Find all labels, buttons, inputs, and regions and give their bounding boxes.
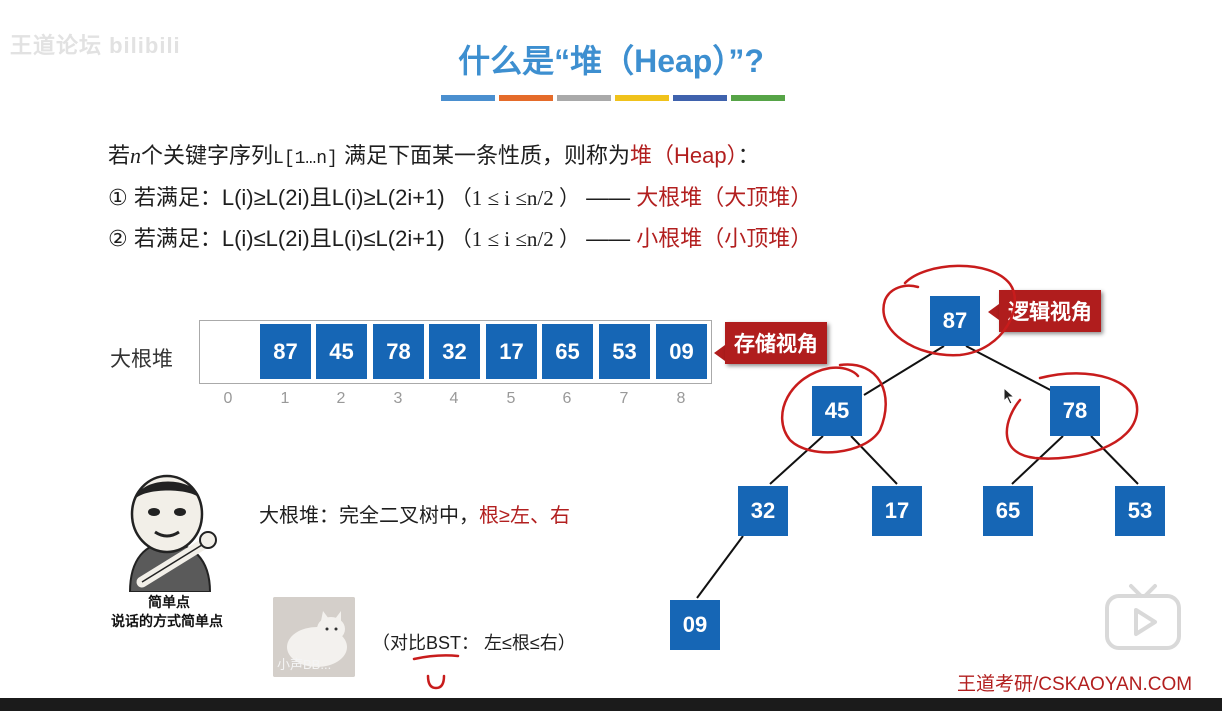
condition: ① 若满足：L(i)≥L(2i)且L(i)≥L(2i+1) [108, 185, 445, 210]
dash: —— [586, 226, 637, 251]
array-index: 1 [280, 390, 290, 407]
index-range: （1 ≤ i ≤n/2 ） [450, 227, 580, 251]
stripe [673, 95, 727, 101]
array-cell: 17 [486, 324, 537, 379]
index-range: （1 ≤ i ≤n/2 ） [450, 186, 580, 210]
array-cell: 87 [260, 324, 311, 379]
site-url: 王道考研/CSKAOYAN.COM [957, 674, 1193, 695]
handwritten-mark [426, 674, 446, 690]
text: 满足下面某一条性质，则称为 [337, 143, 630, 168]
definition-line-3: ② 若满足：L(i)≤L(2i)且L(i)≤L(2i+1) （1 ≤ i ≤n/… [108, 221, 812, 253]
min-heap-term: 小根堆（小顶堆） [636, 226, 813, 251]
caption-highlight: 根≥左、右 [479, 505, 570, 527]
bottom-bar [0, 698, 1222, 711]
array-cell: 78 [373, 324, 424, 379]
stripe [615, 95, 669, 101]
cat-thumbnail: 小声BB... [273, 597, 355, 677]
array-cell: 53 [599, 324, 650, 379]
tree-edge [1090, 435, 1139, 485]
callout-pointer [988, 304, 999, 320]
text: 若 [108, 143, 131, 168]
tree-node: 17 [872, 486, 922, 536]
stripe [499, 95, 553, 101]
array-label: 大根堆 [110, 348, 173, 371]
bst-comparison-note: （对比BST： 左≤根≤右） [372, 633, 576, 653]
array-cell: 09 [656, 324, 707, 379]
array-index: 5 [506, 390, 516, 407]
tree-node-root: 87 [930, 296, 980, 346]
max-heap-term: 大根堆（大顶堆） [636, 185, 813, 210]
meme-character-illustration [128, 474, 217, 592]
code-range: L[1…n] [273, 149, 338, 169]
heap-term: 堆（Heap） [629, 143, 738, 168]
tree-node: 45 [812, 386, 862, 436]
stripe [557, 95, 611, 101]
slide-title: 什么是“堆（Heap）”? [458, 43, 764, 79]
logic-view-callout: 逻辑视角 [999, 290, 1101, 332]
condition: ② 若满足：L(i)≤L(2i)且L(i)≤L(2i+1) [108, 226, 445, 251]
cursor-icon [1003, 387, 1016, 405]
callout-pointer [714, 345, 725, 361]
stripe [441, 95, 495, 101]
array-index: 7 [619, 390, 629, 407]
array-cell: 32 [429, 324, 480, 379]
tree-edge [863, 345, 945, 396]
storage-view-callout: 存储视角 [725, 322, 827, 364]
tree-node: 53 [1115, 486, 1165, 536]
tree-edge [1011, 435, 1064, 485]
meme-caption: 简单点 [148, 594, 190, 610]
array-cell: 45 [316, 324, 367, 379]
text: ： [737, 143, 760, 168]
tree-node: 09 [670, 600, 720, 650]
tree-node: 32 [738, 486, 788, 536]
play-icon[interactable] [1103, 580, 1183, 650]
cat-label: 小声BB... [277, 657, 332, 672]
heap-array: 87 45 78 32 17 65 53 09 [199, 320, 712, 384]
caption-text: 大根堆：完全二叉树中， [259, 505, 479, 527]
array-index: 3 [393, 390, 403, 407]
array-cell-empty [203, 324, 254, 379]
text: 个关键字序列 [141, 143, 274, 168]
array-index: 0 [223, 390, 233, 407]
tree-edge [850, 435, 898, 485]
array-index: 8 [676, 390, 686, 407]
max-heap-caption: 大根堆：完全二叉树中，根≥左、右 [259, 499, 570, 528]
title-color-stripes [441, 95, 785, 101]
stripe [731, 95, 785, 101]
array-index: 6 [562, 390, 572, 407]
dash: —— [586, 185, 637, 210]
tree-node: 65 [983, 486, 1033, 536]
var-n: n [130, 143, 142, 168]
definition-line-2: ① 若满足：L(i)≥L(2i)且L(i)≥L(2i+1) （1 ≤ i ≤n/… [108, 180, 812, 212]
handwritten-underline [412, 654, 460, 661]
array-index: 2 [336, 390, 346, 407]
meme-caption: 说话的方式简单点 [111, 613, 223, 629]
array-index: 4 [449, 390, 459, 407]
tree-edge [696, 535, 744, 599]
array-cell: 65 [542, 324, 593, 379]
tree-edge [769, 435, 824, 485]
definition-line-1: 若n个关键字序列L[1…n] 满足下面某一条性质，则称为堆（Heap）： [108, 138, 760, 170]
tree-node: 78 [1050, 386, 1100, 436]
